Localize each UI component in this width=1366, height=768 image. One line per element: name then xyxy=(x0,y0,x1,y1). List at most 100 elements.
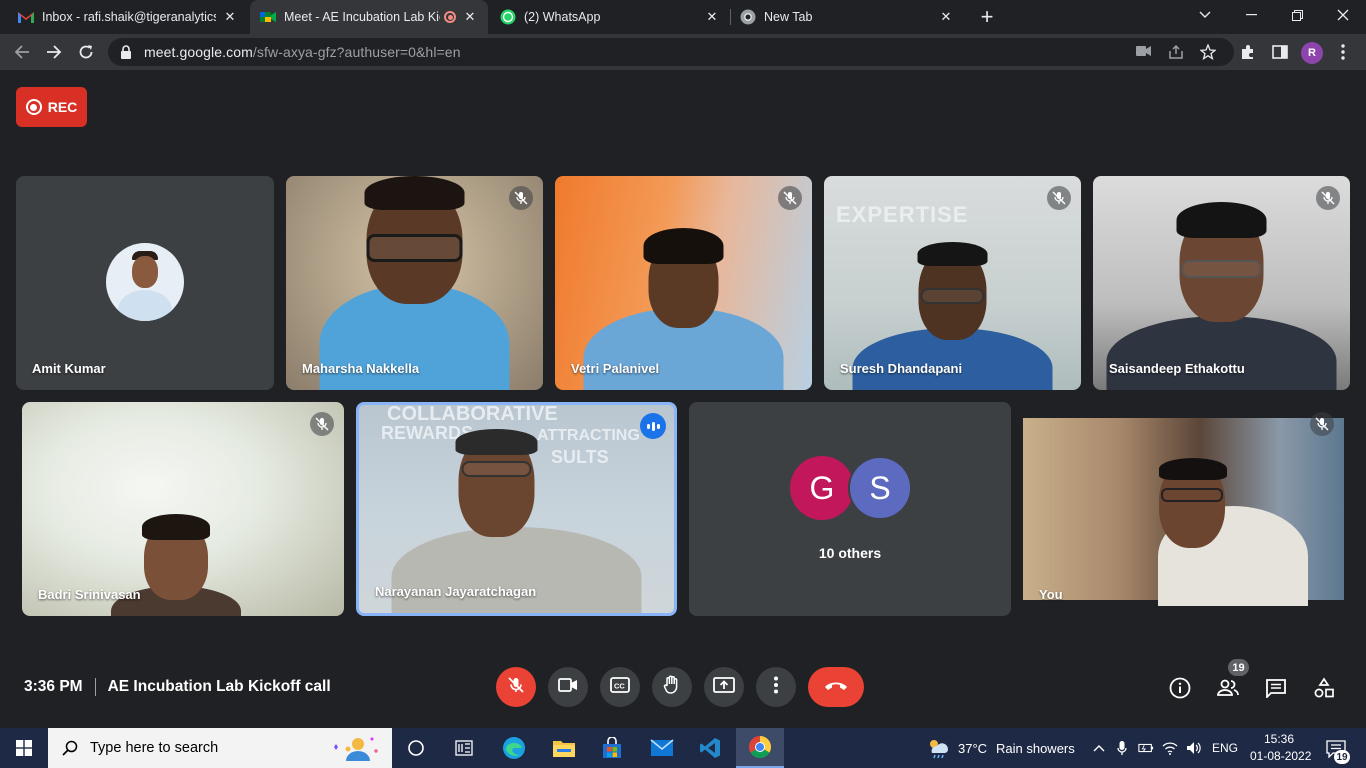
minimize-icon[interactable] xyxy=(1228,0,1274,30)
participant-tile-saisandeep[interactable]: Saisandeep Ethakottu xyxy=(1093,176,1350,390)
url-path: /sfw-axya-gfz?authuser=0&hl=en xyxy=(252,44,461,60)
record-icon xyxy=(25,99,42,115)
weather-description[interactable]: Rain showers xyxy=(996,741,1075,756)
share-icon[interactable] xyxy=(1168,44,1184,60)
avatar-s: S xyxy=(848,456,912,520)
close-icon[interactable]: ✕ xyxy=(938,9,954,25)
people-count-badge: 19 xyxy=(1228,659,1249,676)
svg-text:CC: CC xyxy=(614,681,625,690)
tab-whatsapp[interactable]: (2) WhatsApp ✕ xyxy=(490,0,730,34)
chat-icon[interactable] xyxy=(1264,676,1288,700)
participant-tile-maharsha[interactable]: Maharsha Nakkella xyxy=(286,176,543,390)
tab-title: New Tab xyxy=(764,10,813,24)
weather-rain-icon[interactable] xyxy=(926,737,950,759)
reload-icon[interactable] xyxy=(72,38,100,66)
vscode-icon[interactable] xyxy=(686,728,734,768)
divider xyxy=(94,678,96,696)
windows-taskbar: Type here to search 37°C Rain showers EN… xyxy=(0,728,1366,768)
side-panel-icon[interactable] xyxy=(1270,42,1290,62)
rec-label: REC xyxy=(47,99,78,115)
volume-icon[interactable] xyxy=(1186,740,1202,756)
clock-date[interactable]: 01-08-2022 xyxy=(1250,749,1311,763)
search-icon xyxy=(62,740,78,756)
participant-tile-amit[interactable]: Amit Kumar xyxy=(16,176,274,390)
speaking-indicator-icon xyxy=(640,413,666,439)
mic-off-icon xyxy=(310,412,334,436)
browser-menu-icon[interactable] xyxy=(1333,42,1353,62)
back-arrow-icon[interactable] xyxy=(8,38,36,66)
leave-call-button[interactable] xyxy=(808,667,864,707)
new-tab-plus-icon[interactable]: + xyxy=(974,4,1000,29)
edge-browser-icon[interactable] xyxy=(490,728,538,768)
mic-off-icon xyxy=(1316,186,1340,210)
participant-tile-you[interactable]: You xyxy=(1023,402,1344,616)
people-icon[interactable] xyxy=(1216,676,1240,700)
close-icon[interactable]: ✕ xyxy=(462,9,478,25)
avatar xyxy=(106,243,184,321)
chevron-up-icon[interactable] xyxy=(1091,740,1107,756)
weather-temperature[interactable]: 37°C xyxy=(958,741,987,756)
restore-icon[interactable] xyxy=(1274,0,1320,30)
toggle-camera-button[interactable] xyxy=(548,667,588,707)
recording-indicator-icon xyxy=(444,11,456,23)
search-placeholder: Type here to search xyxy=(90,740,219,756)
present-screen-button[interactable] xyxy=(704,667,744,707)
close-icon[interactable]: ✕ xyxy=(222,9,238,25)
participant-video xyxy=(286,176,543,390)
avatar-g: G xyxy=(790,456,854,520)
mic-off-icon xyxy=(778,186,802,210)
camera-in-use-icon[interactable] xyxy=(1136,44,1152,60)
participant-video xyxy=(22,402,343,616)
extensions-puzzle-icon[interactable] xyxy=(1238,42,1258,62)
tab-meet[interactable]: Meet - AE Incubation Lab Kic ✕ xyxy=(250,0,488,34)
self-video xyxy=(1023,418,1344,606)
tab-new-tab[interactable]: New Tab ✕ xyxy=(730,0,964,34)
browser-tab-strip: Inbox - rafi.shaik@tigeranalytics.c ✕ Me… xyxy=(0,0,1366,34)
activities-icon[interactable] xyxy=(1312,676,1336,700)
forward-arrow-icon[interactable] xyxy=(40,38,68,66)
input-language[interactable]: ENG xyxy=(1212,741,1238,755)
close-icon[interactable]: ✕ xyxy=(704,9,720,25)
close-window-icon[interactable] xyxy=(1320,0,1366,30)
mail-icon[interactable] xyxy=(638,728,686,768)
battery-icon[interactable] xyxy=(1138,740,1154,756)
windows-start-icon[interactable] xyxy=(0,728,48,768)
notification-center-icon[interactable]: 19 xyxy=(1324,738,1350,764)
present-screen-icon xyxy=(713,676,735,698)
participant-name: Badri Srinivasan xyxy=(38,587,141,602)
task-view-icon[interactable] xyxy=(392,728,440,768)
participant-tile-vetri[interactable]: Vetri Palanivel xyxy=(555,176,812,390)
raise-hand-icon xyxy=(663,675,681,700)
wifi-icon[interactable] xyxy=(1162,740,1178,756)
tab-title: Meet - AE Incubation Lab Kic xyxy=(284,10,440,24)
participant-tile-narayanan[interactable]: COLLABORATIVE REWARDS ATTRACTING SULTS N… xyxy=(356,402,677,616)
participant-tile-others[interactable]: G S 10 others xyxy=(689,402,1011,616)
tab-title: (2) WhatsApp xyxy=(524,10,601,24)
bookmark-star-icon[interactable] xyxy=(1199,43,1217,61)
microsoft-store-icon[interactable] xyxy=(588,728,636,768)
participant-tile-badri[interactable]: Badri Srinivasan xyxy=(22,402,344,616)
meeting-details-info-icon[interactable] xyxy=(1168,676,1192,700)
tab-search-chevron-icon[interactable] xyxy=(1182,0,1228,30)
more-options-button[interactable] xyxy=(756,667,796,707)
lock-icon[interactable] xyxy=(120,45,134,59)
taskbar-search-input[interactable]: Type here to search xyxy=(48,728,392,768)
tab-gmail[interactable]: Inbox - rafi.shaik@tigeranalytics.c ✕ xyxy=(8,0,248,34)
address-bar[interactable]: meet.google.com/sfw-axya-gfz?authuser=0&… xyxy=(108,38,1234,66)
file-explorer-icon[interactable] xyxy=(540,728,588,768)
toggle-microphone-button[interactable] xyxy=(496,667,536,707)
mic-off-icon xyxy=(1310,412,1334,436)
meeting-title: AE Incubation Lab Kickoff call xyxy=(107,678,331,695)
raise-hand-button[interactable] xyxy=(652,667,692,707)
chrome-taskbar-icon[interactable] xyxy=(736,728,784,768)
clock-time[interactable]: 15:36 xyxy=(1264,732,1294,746)
video-camera-icon xyxy=(558,677,578,697)
profile-avatar[interactable]: R xyxy=(1301,42,1323,64)
tab-title: Inbox - rafi.shaik@tigeranalytics.c xyxy=(42,10,216,24)
browser-toolbar: meet.google.com/sfw-axya-gfz?authuser=0&… xyxy=(0,34,1366,70)
microphone-in-use-icon[interactable] xyxy=(1114,740,1130,756)
participant-name: You xyxy=(1039,587,1063,602)
captions-button[interactable]: CC xyxy=(600,667,640,707)
widgets-icon[interactable] xyxy=(440,728,488,768)
participant-tile-suresh[interactable]: EXPERTISE Suresh Dhandapani xyxy=(824,176,1081,390)
